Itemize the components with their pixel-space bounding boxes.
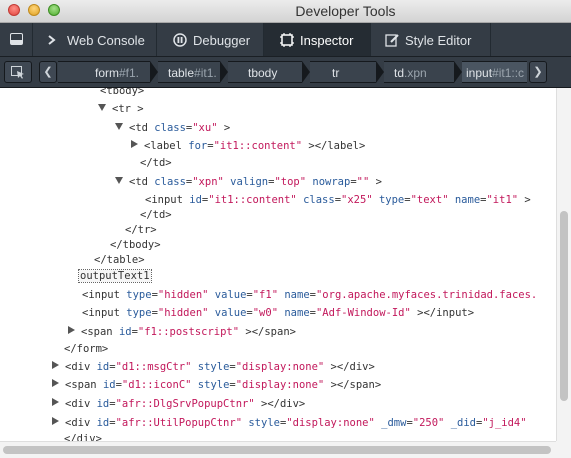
horizontal-scrollbar[interactable]: [0, 441, 556, 458]
markup-text-node[interactable]: outputText1: [78, 268, 152, 284]
tab-style-editor-label: Style Editor: [405, 33, 472, 49]
markup-node[interactable]: <div id="afr::UtilPopupCtnr" style="disp…: [52, 415, 527, 431]
markup-node[interactable]: <span id="d1::iconC" style="display:none…: [52, 377, 381, 393]
markup-node[interactable]: </tbody>: [110, 237, 161, 253]
markup-node[interactable]: </tr>: [125, 222, 157, 238]
markup-node[interactable]: <tr >: [98, 101, 144, 117]
tab-inspector[interactable]: Inspector: [264, 23, 371, 56]
markup-node[interactable]: </table>: [94, 252, 145, 268]
markup-node[interactable]: <div id="afr::DlgSrvPopupCtnr" ></div>: [52, 396, 305, 412]
markup-node[interactable]: <div id="d1::msgCtr" style="display:none…: [52, 359, 375, 375]
breadcrumb-item-table[interactable]: table#it1.: [158, 61, 220, 83]
style-editor-pencil-icon: [385, 33, 399, 47]
devtools-tab-bar: Web Console Debugger Inspector Style Edi…: [0, 23, 571, 57]
twisty-expanded-icon[interactable]: [115, 177, 123, 184]
crumb-tag: tr: [332, 66, 340, 80]
horizontal-scroll-thumb[interactable]: [3, 446, 551, 454]
markup-node[interactable]: <td class="xu" >: [115, 120, 230, 136]
markup-node[interactable]: </td>: [140, 207, 172, 223]
breadcrumb: ❮ form#f1. table#it1. tbody tr td.xpn in…: [0, 57, 571, 88]
dock-toggle-button[interactable]: [0, 23, 33, 56]
breadcrumb-item-input[interactable]: input#it1::c: [462, 61, 527, 83]
markup-node[interactable]: <td class="xpn" valign="top" nowrap="" >: [115, 174, 382, 190]
crumb-class: .xpn: [404, 66, 427, 80]
breadcrumb-item-tr[interactable]: tr: [310, 61, 376, 83]
twisty-collapsed-icon[interactable]: [68, 326, 75, 334]
breadcrumb-item-tbody[interactable]: tbody: [228, 61, 302, 83]
twisty-collapsed-icon[interactable]: [52, 417, 59, 425]
markup-node[interactable]: <tbody>: [100, 88, 144, 99]
vertical-scroll-thumb[interactable]: [560, 211, 568, 401]
crumb-id: #it1.: [194, 66, 217, 80]
scrollbar-corner: [556, 441, 571, 458]
crumb-id: #it1::c: [492, 66, 525, 80]
crumb-tag: form: [95, 66, 119, 80]
markup-node[interactable]: <input type="hidden" value="f1" name="or…: [82, 287, 537, 303]
vertical-scrollbar[interactable]: [556, 88, 571, 441]
tab-style-editor[interactable]: Style Editor: [371, 23, 491, 56]
inspector-icon: [280, 32, 294, 47]
twisty-expanded-icon[interactable]: [98, 104, 106, 111]
chevron-left-icon: ❮: [43, 66, 53, 78]
markup-node[interactable]: <input type="hidden" value="w0" name="Ad…: [82, 305, 474, 321]
breadcrumb-item-td[interactable]: td.xpn: [384, 61, 454, 83]
tab-debugger[interactable]: Debugger: [157, 23, 264, 56]
debugger-pause-icon: [173, 32, 187, 47]
markup-node[interactable]: <span id="f1::postscript" ></span>: [68, 324, 296, 340]
pick-element-icon: [11, 66, 24, 79]
tab-web-console-label: Web Console: [67, 33, 145, 49]
twisty-collapsed-icon[interactable]: [52, 398, 59, 406]
markup-view[interactable]: <tbody> <tr > <td class="xu" > <label fo…: [0, 88, 556, 441]
markup-node[interactable]: </form>: [64, 341, 108, 357]
markup-node[interactable]: <label for="it1::content" ></label>: [131, 138, 365, 154]
console-icon: [48, 34, 56, 45]
window-titlebar: Developer Tools: [0, 0, 571, 23]
breadcrumb-scroll-right-button[interactable]: ❯: [529, 61, 547, 83]
markup-node[interactable]: </td>: [140, 155, 172, 171]
pick-element-button[interactable]: [4, 61, 32, 83]
crumb-tag: td: [394, 66, 405, 80]
breadcrumb-item-form[interactable]: form#f1.: [58, 61, 150, 83]
twisty-collapsed-icon[interactable]: [52, 361, 59, 369]
chevron-right-icon: ❯: [533, 66, 543, 78]
crumb-id: #f1.: [119, 66, 140, 80]
markup-node[interactable]: </div>: [64, 431, 102, 441]
crumb-tag: table: [168, 66, 195, 80]
twisty-expanded-icon[interactable]: [115, 123, 123, 130]
crumb-tag: input: [466, 66, 493, 80]
breadcrumb-scroll-left-button[interactable]: ❮: [39, 61, 57, 83]
twisty-collapsed-icon[interactable]: [131, 140, 138, 148]
tab-inspector-label: Inspector: [300, 33, 354, 49]
twisty-collapsed-icon[interactable]: [52, 379, 59, 387]
window-title: Developer Tools: [295, 3, 396, 19]
tab-web-console[interactable]: Web Console: [33, 23, 157, 56]
dock-icon: [10, 33, 23, 45]
crumb-tag: tbody: [248, 66, 278, 80]
tab-debugger-label: Debugger: [193, 33, 251, 49]
markup-node-selected[interactable]: <input id="it1::content" class="x25" typ…: [145, 192, 531, 208]
